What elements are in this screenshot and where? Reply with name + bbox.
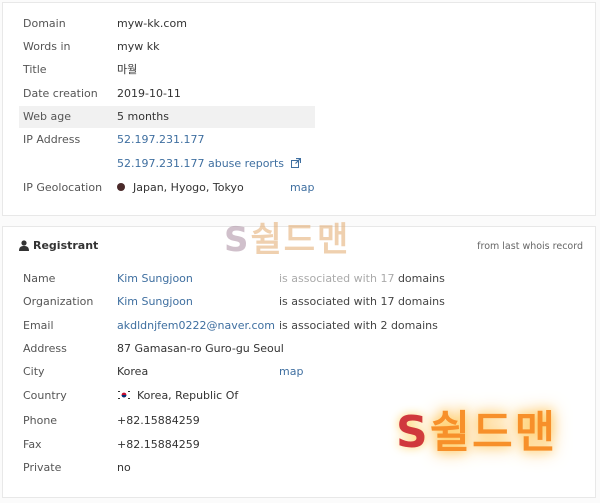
label-title: Title [23,63,47,76]
label-domain: Domain [23,17,66,30]
row-web-age: Web age 5 months [19,106,315,128]
abuse-reports-link-wrap[interactable]: 52.197.231.177 abuse reports [117,153,301,175]
label-phone: Phone [23,414,58,427]
label-fax: Fax [23,438,42,451]
row-words-in: Words in myw kk [19,36,579,58]
value-private: no [117,461,131,474]
value-city: Korea [117,365,149,378]
label-city: City [23,365,45,378]
value-ip-geolocation: Japan, Hyogo, Tokyo [117,177,244,199]
label-web-age: Web age [23,110,71,123]
label-ip-address: IP Address [23,133,81,146]
external-link-icon [290,158,301,168]
value-country: Korea, Republic Of [117,385,238,407]
value-words-in: myw kk [117,40,160,53]
korea-flag-icon [117,390,131,400]
label-ip-geolocation: IP Geolocation [23,181,103,194]
name-association[interactable]: is associated with 17 domains [279,268,445,290]
email-link[interactable]: akdldnjfem0222@naver.com [117,315,275,337]
row-private: Private no [19,457,579,479]
row-address: Address 87 Gamasan-ro Guro-gu Seoul [19,338,579,360]
organization-link[interactable]: Kim Sungjoon [117,291,193,313]
label-private: Private [23,461,62,474]
value-fax: +82.15884259 [117,438,200,451]
row-title: Title 마월 [19,59,579,81]
value-domain: myw-kk.com [117,17,187,30]
city-map-link[interactable]: map [279,361,303,383]
label-words-in: Words in [23,40,71,53]
row-name: Name Kim Sungjoon is associated with 17 … [19,268,579,290]
abuse-reports-link[interactable]: 52.197.231.177 abuse reports [117,157,284,170]
registrant-title: Registrant [33,239,99,252]
label-email: Email [23,319,54,332]
row-abuse-reports: 52.197.231.177 abuse reports [19,153,579,175]
row-ip-geolocation: IP Geolocation Japan, Hyogo, Tokyo map [19,177,579,199]
watermark-s: S [224,220,251,260]
row-ip-address: IP Address 52.197.231.177 [19,129,579,151]
ip-address-link[interactable]: 52.197.231.177 [117,129,204,151]
label-name: Name [23,272,56,285]
label-country: Country [23,389,67,402]
registrant-header: Registrant [19,239,98,252]
organization-association[interactable]: is associated with 17 domains [279,291,445,313]
label-date-creation: Date creation [23,87,98,100]
geolocation-text: Japan, Hyogo, Tokyo [133,181,244,194]
watermark-text-bright: 쉴드맨 [429,407,558,458]
value-address: 87 Gamasan-ro Guro-gu Seoul [117,342,284,355]
watermark-logo-faded: S쉴드맨 [224,212,350,261]
row-email: Email akdldnjfem0222@naver.com is associ… [19,315,579,337]
name-link[interactable]: Kim Sungjoon [117,268,193,290]
value-title: 마월 [117,63,138,76]
country-text: Korea, Republic Of [137,389,239,402]
value-phone: +82.15884259 [117,414,200,427]
registrant-note: from last whois record [477,241,583,252]
row-organization: Organization Kim Sungjoon is associated … [19,291,579,313]
value-date-creation: 2019-10-11 [117,87,181,100]
watermark-logo-bright: S쉴드맨 [396,396,557,460]
user-icon [19,239,29,251]
label-organization: Organization [23,295,94,308]
name-assoc-prefix: is associated with 17 [279,272,395,285]
row-domain: Domain myw-kk.com [19,13,579,35]
watermark-text: 쉴드맨 [250,220,351,260]
geolocation-map-link[interactable]: map [290,177,314,199]
watermark-s-bright: S [396,407,430,458]
email-association[interactable]: is associated with 2 domains [279,315,438,337]
location-dot-icon [117,183,125,191]
domain-info-panel: Domain myw-kk.com Words in myw kk Title … [2,2,596,216]
label-address: Address [23,342,67,355]
name-assoc-suffix: domains [397,272,445,285]
row-city: City Korea map [19,361,579,383]
row-date-creation: Date creation 2019-10-11 [19,83,579,105]
value-web-age: 5 months [117,110,169,123]
